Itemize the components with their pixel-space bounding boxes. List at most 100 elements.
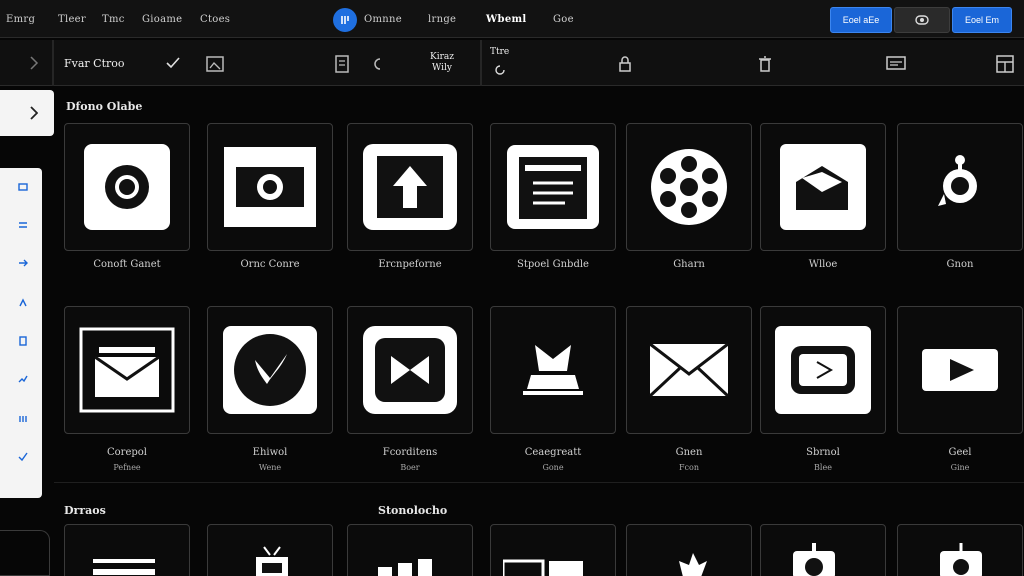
tile-play[interactable] (760, 306, 886, 434)
toolbar-label-right: Ttre (490, 47, 510, 57)
sidebar-icon-1[interactable] (18, 182, 28, 192)
menu-item-1[interactable]: Emrg (6, 14, 35, 25)
radio-icon (940, 543, 982, 576)
sidebar-footer[interactable] (0, 530, 50, 576)
tile-label-6: Wlloe (808, 259, 838, 270)
tile-film[interactable] (626, 123, 752, 251)
section-divider (54, 482, 1024, 483)
menu-bar: Emrg Tleer Tmc Gioame Ctoes Omnne lrnge … (0, 0, 1024, 38)
file-icon[interactable] (332, 53, 352, 75)
toolbar: Fvar Ctroo Kiraz Wily Ttre (0, 40, 1024, 86)
sidebar-toggle[interactable] (0, 90, 54, 136)
refresh-icon[interactable] (492, 62, 508, 78)
tile-envelope[interactable] (626, 306, 752, 434)
monitor-icon (503, 559, 583, 576)
menu-item-center-2[interactable]: lrnge (428, 14, 456, 25)
primary-button[interactable]: Eoel aEe (830, 7, 892, 33)
tile-label-2: Ornc Conre (240, 259, 300, 270)
section-title-1: Dfono Olabe (66, 100, 143, 113)
play-icon (775, 326, 871, 414)
sidebar-icon-6[interactable] (18, 374, 28, 384)
sidebar-icon-5[interactable] (18, 336, 28, 346)
bin-icon[interactable] (756, 53, 774, 75)
tile-label-14: Geel (948, 447, 972, 458)
tile-row3-4[interactable] (490, 524, 616, 576)
menu-item-2[interactable]: Tleer (58, 14, 86, 25)
tile-row3-3[interactable] (347, 524, 473, 576)
tile-sub-9: Wene (258, 463, 282, 472)
tile-mailbox[interactable] (760, 123, 886, 251)
tile-bowtie[interactable] (347, 306, 473, 434)
menu-item-5[interactable]: Ctoes (200, 14, 230, 25)
sidebar-icon-7[interactable] (18, 414, 28, 424)
toggle-button[interactable] (894, 7, 950, 33)
bird-icon (679, 553, 707, 576)
tile-document[interactable] (490, 123, 616, 251)
section-title-2: Drraos (64, 504, 106, 517)
tag-icon[interactable] (370, 55, 390, 73)
tile-label-8: Corepol (107, 447, 147, 458)
tile-label-10: Fcorditens (382, 447, 438, 458)
list-icon (93, 559, 155, 575)
video-icon (922, 349, 998, 391)
lock-icon[interactable] (616, 53, 634, 75)
sidebar-icon-4[interactable] (18, 298, 28, 308)
chat-icon (223, 326, 317, 414)
tile-chat[interactable] (207, 306, 333, 434)
film-reel-icon (651, 149, 727, 225)
tile-camera[interactable] (207, 123, 333, 251)
tile-label-4: Stpoel Gnbdle (517, 259, 589, 270)
screen-icon[interactable] (884, 53, 908, 75)
record-icon (84, 144, 170, 230)
toolbar-label-line-1: Kiraz (429, 52, 454, 62)
tv-icon (256, 546, 288, 576)
check-icon[interactable] (164, 54, 182, 72)
tile-record[interactable] (64, 123, 190, 251)
menu-item-4[interactable]: Gioame (142, 14, 182, 25)
tile-row3-6[interactable] (760, 524, 886, 576)
menu-item-3[interactable]: Tmc (102, 14, 125, 25)
envelope-icon (648, 342, 730, 398)
tile-label-3: Ercnpeforne (378, 259, 442, 270)
tile-label-9: Ehiwol (252, 447, 288, 458)
tile-row3-2[interactable] (207, 524, 333, 576)
sidebar-icon-8[interactable] (18, 452, 28, 462)
toggle-icon (915, 15, 929, 25)
chart-icon (378, 559, 432, 576)
mailbox-icon (780, 144, 866, 230)
tile-printer[interactable] (490, 306, 616, 434)
tile-sub-14: Gine (950, 463, 970, 472)
tile-sub-8: Pefnee (113, 463, 141, 472)
image-icon[interactable] (204, 53, 226, 75)
sidebar-icon-2[interactable] (18, 220, 28, 230)
app-logo-icon[interactable] (333, 8, 357, 32)
tile-row3-7[interactable] (897, 524, 1023, 576)
tile-sub-11: Gone (542, 463, 564, 472)
tile-row3-5[interactable] (626, 524, 752, 576)
tile-upload[interactable] (347, 123, 473, 251)
panel-icon[interactable] (994, 53, 1016, 75)
tile-label-13: Sbrnol (806, 447, 840, 458)
menu-item-center-1[interactable]: Omnne (364, 14, 402, 25)
toolbar-title: Fvar Ctroo (64, 57, 125, 70)
location-pin-icon (938, 155, 977, 206)
tile-sub-13: Blee (814, 463, 832, 472)
tile-inbox[interactable] (64, 306, 190, 434)
menu-item-center-4[interactable]: Goe (553, 14, 574, 25)
expand-chevron-icon[interactable] (26, 54, 42, 72)
tile-row3-1[interactable] (64, 524, 190, 576)
bowtie-icon (363, 326, 457, 414)
menu-item-center-3[interactable]: Wbeml (486, 14, 526, 25)
tile-label-5: Gharn (673, 259, 705, 270)
toolbar-label-line-2: Wily (432, 63, 452, 73)
sidebar-icon-3[interactable] (18, 258, 28, 268)
tile-label-1: Conoft Ganet (93, 259, 161, 270)
tile-label-7: Gnon (946, 259, 974, 270)
inbox-icon (79, 327, 175, 413)
secondary-button[interactable]: Eoel Em (952, 7, 1012, 33)
section-title-3: Stonolocho (378, 504, 448, 517)
printer-icon (523, 345, 583, 395)
tile-video[interactable] (897, 306, 1023, 434)
tile-label-11: Ceaegreatt (524, 447, 582, 458)
tile-location[interactable] (897, 123, 1023, 251)
